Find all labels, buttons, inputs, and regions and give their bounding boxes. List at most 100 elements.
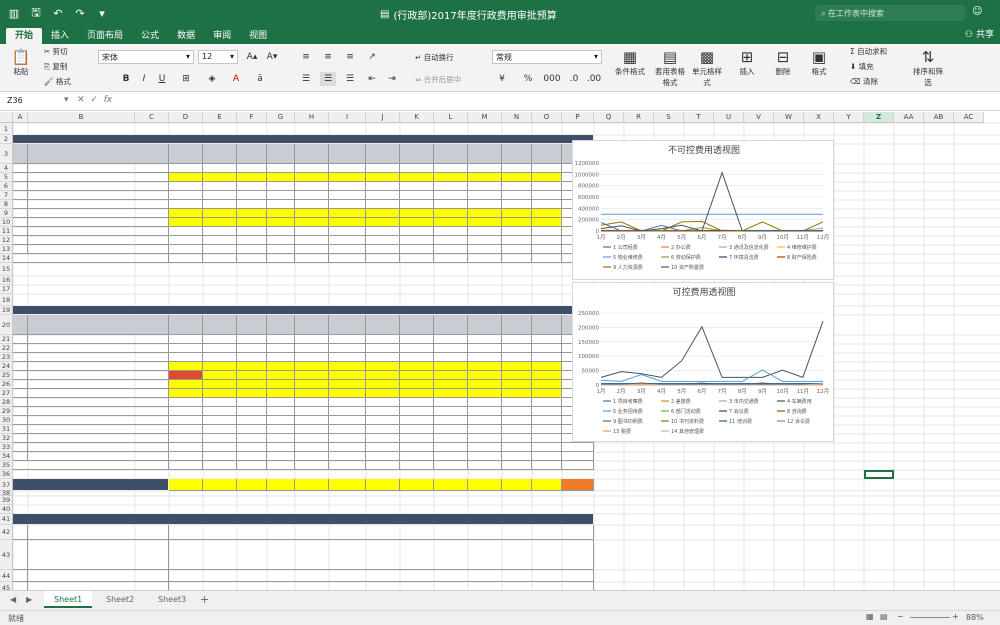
value-cell[interactable] bbox=[169, 389, 203, 398]
value-cell[interactable] bbox=[295, 227, 329, 236]
merge-center-button[interactable]: ⇔ 合并后居中 bbox=[415, 74, 461, 85]
column-header[interactable]: Q bbox=[594, 112, 624, 123]
value-cell[interactable] bbox=[434, 209, 468, 218]
value-cell[interactable] bbox=[532, 227, 562, 236]
value-cell[interactable] bbox=[468, 425, 502, 434]
value-cell[interactable] bbox=[366, 380, 400, 389]
value-cell[interactable] bbox=[366, 245, 400, 254]
value-cell[interactable] bbox=[366, 344, 400, 353]
sheet-tab-sheet1[interactable]: Sheet1 bbox=[44, 591, 93, 608]
grand-total-value[interactable] bbox=[295, 479, 329, 491]
font-size-select[interactable]: 12 ▾ bbox=[198, 50, 238, 64]
subtotal-value[interactable] bbox=[203, 254, 237, 263]
value-cell[interactable] bbox=[295, 164, 329, 173]
row-header[interactable]: 27 bbox=[0, 389, 13, 398]
value-cell[interactable] bbox=[267, 452, 295, 461]
value-cell[interactable] bbox=[434, 398, 468, 407]
paste-button[interactable]: 📋 粘贴 bbox=[8, 48, 34, 77]
grand-total-value[interactable] bbox=[169, 479, 203, 491]
column-header[interactable]: AA bbox=[894, 112, 924, 123]
row-header[interactable]: 22 bbox=[0, 344, 13, 353]
value-cell[interactable] bbox=[400, 236, 434, 245]
fill-color-icon[interactable]: ◈ bbox=[204, 72, 220, 86]
value-cell[interactable] bbox=[366, 218, 400, 227]
subtotal-value[interactable] bbox=[400, 254, 434, 263]
formula-input[interactable] bbox=[130, 95, 990, 108]
value-cell[interactable] bbox=[267, 182, 295, 191]
row-header[interactable]: 13 bbox=[0, 245, 13, 254]
align-center-icon[interactable]: ☰ bbox=[320, 72, 336, 86]
value-cell[interactable] bbox=[366, 407, 400, 416]
font-name-select[interactable]: 宋体 ▾ bbox=[98, 50, 194, 64]
value-cell[interactable] bbox=[169, 425, 203, 434]
value-cell[interactable] bbox=[400, 389, 434, 398]
value-cell[interactable] bbox=[237, 371, 267, 380]
value-cell[interactable] bbox=[237, 416, 267, 425]
subtotal-value[interactable] bbox=[366, 254, 400, 263]
share-button[interactable]: ⚇ 共享 bbox=[965, 27, 994, 40]
value-cell[interactable] bbox=[502, 380, 532, 389]
value-cell[interactable] bbox=[169, 371, 203, 380]
subtotal-value[interactable] bbox=[468, 461, 502, 470]
value-cell[interactable] bbox=[532, 182, 562, 191]
value-cell[interactable] bbox=[366, 209, 400, 218]
value-cell[interactable] bbox=[468, 398, 502, 407]
value-cell[interactable] bbox=[203, 389, 237, 398]
value-cell[interactable] bbox=[203, 335, 237, 344]
value-cell[interactable] bbox=[434, 344, 468, 353]
orientation-icon[interactable]: ↗ bbox=[364, 50, 380, 64]
value-cell[interactable] bbox=[532, 344, 562, 353]
column-header[interactable]: B bbox=[28, 112, 135, 123]
column-header[interactable]: R bbox=[624, 112, 654, 123]
row-header[interactable]: 23 bbox=[0, 353, 13, 362]
value-cell[interactable] bbox=[434, 389, 468, 398]
grand-total-value[interactable] bbox=[237, 479, 267, 491]
border-icon[interactable]: ⊞ bbox=[178, 72, 194, 86]
value-cell[interactable] bbox=[532, 209, 562, 218]
value-cell[interactable] bbox=[562, 443, 594, 452]
page-layout-icon[interactable]: ▤ bbox=[880, 612, 888, 621]
normal-view-icon[interactable]: ▦ bbox=[866, 612, 874, 621]
row-header[interactable]: 32 bbox=[0, 434, 13, 443]
value-cell[interactable] bbox=[468, 245, 502, 254]
value-cell[interactable] bbox=[400, 443, 434, 452]
value-cell[interactable] bbox=[400, 407, 434, 416]
value-cell[interactable] bbox=[502, 371, 532, 380]
subtotal-value[interactable] bbox=[400, 461, 434, 470]
value-cell[interactable] bbox=[329, 245, 366, 254]
row-header[interactable]: 26 bbox=[0, 380, 13, 389]
next-sheet-icon[interactable]: ▶ bbox=[26, 595, 32, 604]
value-cell[interactable] bbox=[366, 434, 400, 443]
value-cell[interactable] bbox=[295, 443, 329, 452]
column-header[interactable]: AC bbox=[954, 112, 984, 123]
subtotal-value[interactable] bbox=[295, 461, 329, 470]
value-cell[interactable] bbox=[329, 164, 366, 173]
value-cell[interactable] bbox=[329, 452, 366, 461]
value-cell[interactable] bbox=[203, 191, 237, 200]
row-header[interactable]: 5 bbox=[0, 173, 13, 182]
value-cell[interactable] bbox=[468, 344, 502, 353]
value-cell[interactable] bbox=[295, 425, 329, 434]
value-cell[interactable] bbox=[468, 371, 502, 380]
value-cell[interactable] bbox=[400, 209, 434, 218]
value-cell[interactable] bbox=[502, 344, 532, 353]
value-cell[interactable] bbox=[532, 218, 562, 227]
value-cell[interactable] bbox=[366, 389, 400, 398]
value-cell[interactable] bbox=[400, 227, 434, 236]
value-cell[interactable] bbox=[329, 182, 366, 191]
value-cell[interactable] bbox=[434, 425, 468, 434]
column-header[interactable]: N bbox=[502, 112, 532, 123]
value-cell[interactable] bbox=[169, 182, 203, 191]
value-cell[interactable] bbox=[203, 425, 237, 434]
subtotal-value[interactable] bbox=[366, 461, 400, 470]
value-cell[interactable] bbox=[329, 371, 366, 380]
subtotal-value[interactable] bbox=[562, 461, 594, 470]
value-cell[interactable] bbox=[468, 353, 502, 362]
value-cell[interactable] bbox=[468, 182, 502, 191]
value-cell[interactable] bbox=[366, 371, 400, 380]
value-cell[interactable] bbox=[267, 200, 295, 209]
value-cell[interactable] bbox=[267, 398, 295, 407]
column-header[interactable]: T bbox=[684, 112, 714, 123]
value-cell[interactable] bbox=[400, 362, 434, 371]
subtotal-value[interactable] bbox=[502, 254, 532, 263]
